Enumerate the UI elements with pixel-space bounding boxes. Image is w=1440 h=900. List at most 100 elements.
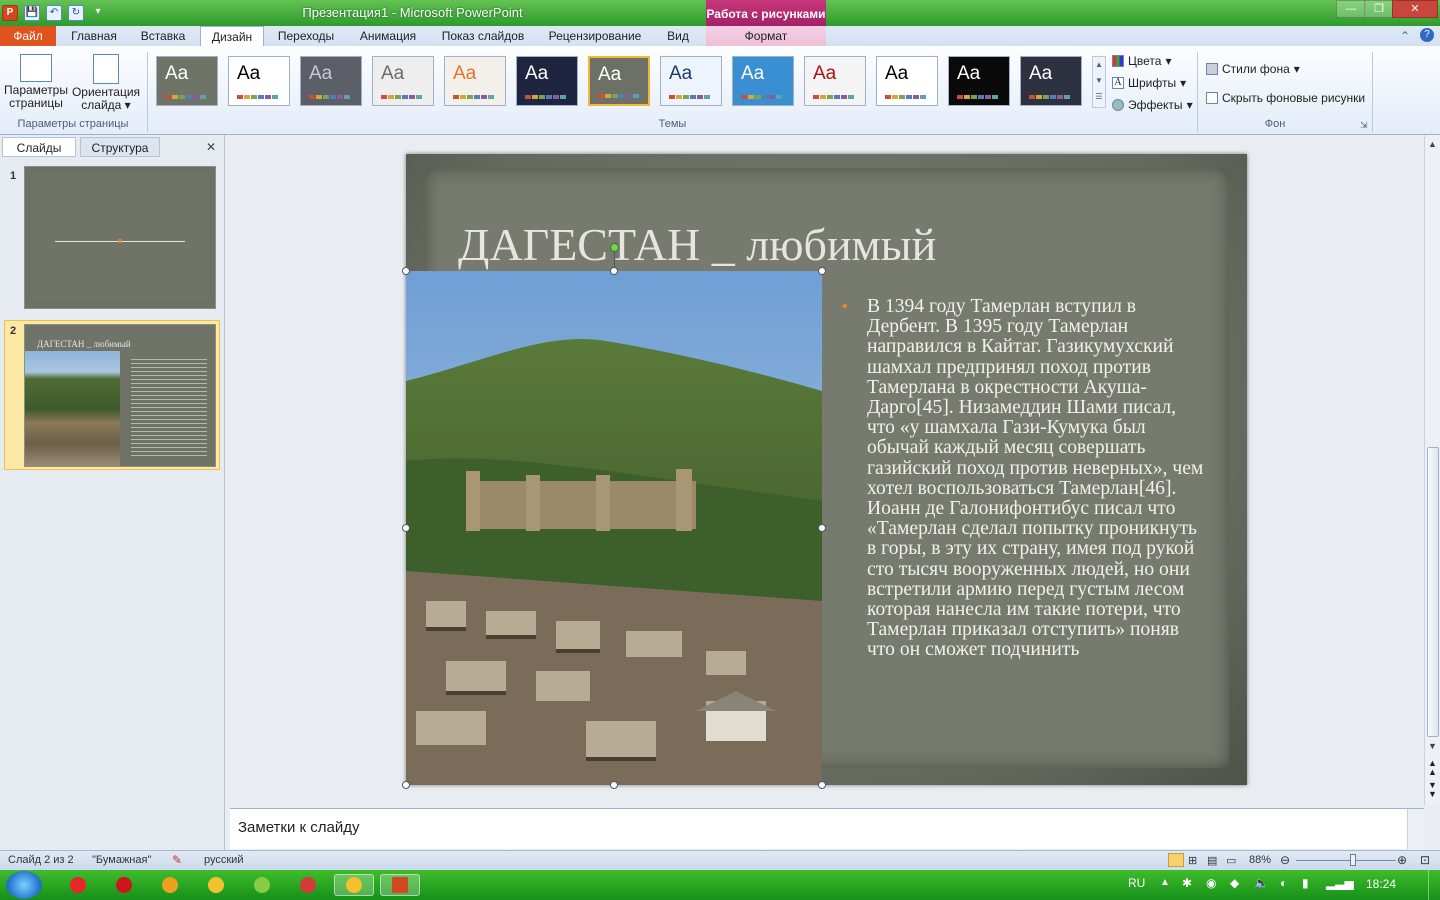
battery-icon[interactable]: ▮	[1302, 876, 1309, 890]
tab-animation[interactable]: Анимация	[350, 26, 426, 46]
theme-thumbnail[interactable]: Aa	[588, 56, 650, 106]
clock[interactable]: 18:24	[1366, 877, 1396, 891]
effects-dropdown[interactable]: Эффекты ▾	[1112, 98, 1193, 112]
show-desktop-button[interactable]	[1428, 870, 1440, 900]
zoom-level[interactable]: 88%	[1249, 854, 1271, 866]
volume-icon[interactable]: 🔈	[1254, 876, 1269, 890]
resize-handle-top-right[interactable]	[818, 267, 826, 275]
tab-review[interactable]: Рецензирование	[540, 26, 650, 46]
taskbar-tool-button[interactable]	[150, 874, 190, 896]
previous-slide-icon[interactable]: ▲ ▲	[1428, 759, 1437, 777]
theme-thumbnail[interactable]: Aa	[300, 56, 362, 106]
network-icon[interactable]: ▂▃▅	[1326, 876, 1354, 890]
tab-slideshow[interactable]: Показ слайдов	[436, 26, 530, 46]
taskbar-app-button[interactable]	[288, 874, 328, 896]
colors-icon	[1112, 55, 1124, 67]
tab-file[interactable]: Файл	[0, 26, 56, 46]
tray-expand-icon[interactable]: ▲	[1160, 877, 1170, 888]
theme-thumbnail[interactable]: Aa	[156, 56, 218, 106]
slide-thumbnail-1[interactable]	[24, 166, 216, 309]
resize-handle-right[interactable]	[818, 524, 826, 532]
tab-format[interactable]: Формат	[706, 26, 826, 46]
zoom-slider-thumb[interactable]	[1350, 854, 1356, 866]
scrollbar-thumb[interactable]	[1427, 447, 1439, 737]
tab-view[interactable]: Вид	[658, 26, 698, 46]
background-styles-dropdown[interactable]: Стили фона ▾	[1206, 62, 1300, 76]
taskbar-powerpoint-button[interactable]	[380, 874, 420, 896]
theme-thumbnail[interactable]: Aa	[876, 56, 938, 106]
close-pane-icon[interactable]: ✕	[206, 140, 216, 154]
zoom-out-icon[interactable]: ⊖	[1280, 853, 1290, 867]
taskbar-yandex-browser-button[interactable]	[58, 874, 98, 896]
tab-outline[interactable]: Структура	[80, 137, 160, 157]
resize-handle-left[interactable]	[402, 524, 410, 532]
scroll-down-icon[interactable]: ▼	[1428, 741, 1437, 751]
zoom-in-icon[interactable]: ⊕	[1397, 853, 1407, 867]
theme-thumbnail[interactable]: Aa	[948, 56, 1010, 106]
tab-home[interactable]: Главная	[62, 26, 126, 46]
resize-handle-top-left[interactable]	[402, 267, 410, 275]
theme-sample-text: Aa	[165, 63, 189, 84]
slide-vertical-scrollbar[interactable]: ▲ ▼ ▲ ▲ ▼ ▼	[1424, 135, 1440, 805]
tab-transitions[interactable]: Переходы	[270, 26, 342, 46]
tray-app-icon[interactable]: ◐	[1280, 876, 1287, 890]
resize-handle-bottom-right[interactable]	[818, 781, 826, 789]
scroll-up-icon[interactable]: ▲	[1428, 139, 1437, 149]
reading-view-icon[interactable]: ▤	[1207, 854, 1217, 867]
themes-gallery-scroll[interactable]: ▲ ▼ ☰	[1092, 56, 1106, 108]
slideshow-icon[interactable]: ▭	[1226, 854, 1236, 867]
help-icon[interactable]: ?	[1420, 28, 1434, 42]
taskbar-chrome-button[interactable]	[334, 874, 374, 896]
bluetooth-icon[interactable]: ✱	[1182, 876, 1192, 890]
resize-handle-top[interactable]	[610, 267, 618, 275]
start-button-icon[interactable]	[6, 871, 42, 899]
theme-thumbnail[interactable]: Aa	[660, 56, 722, 106]
taskbar-media-button[interactable]	[196, 874, 236, 896]
colors-dropdown[interactable]: Цвета ▾	[1112, 54, 1171, 68]
fit-to-window-icon[interactable]: ⊡	[1420, 853, 1430, 867]
hide-background-checkbox[interactable]	[1206, 92, 1218, 104]
notes-placeholder[interactable]: Заметки к слайду	[238, 819, 360, 836]
normal-view-icon[interactable]	[1168, 853, 1184, 867]
theme-thumbnail[interactable]: Aa	[1020, 56, 1082, 106]
restore-button[interactable]: ❐	[1364, 0, 1394, 18]
next-slide-icon[interactable]: ▼ ▼	[1428, 781, 1437, 799]
slide-body-text[interactable]: В 1394 году Тамерлан вступил в Дербент. …	[867, 296, 1207, 661]
slide-counter: Слайд 2 из 2	[8, 854, 74, 866]
theme-thumbnail[interactable]: Aa	[732, 56, 794, 106]
fonts-dropdown[interactable]: A Шрифты ▾	[1112, 76, 1186, 90]
theme-thumbnail[interactable]: Aa	[372, 56, 434, 106]
slide-title[interactable]: ДАГЕСТАН _ любимый	[458, 218, 1058, 271]
minimize-button[interactable]: —	[1336, 0, 1366, 18]
notes-pane[interactable]: Заметки к слайду	[230, 808, 1424, 849]
hide-background-graphics[interactable]: Скрыть фоновые рисунки	[1206, 91, 1365, 105]
theme-thumbnail[interactable]: Aa	[516, 56, 578, 106]
zoom-slider-track[interactable]	[1296, 860, 1396, 861]
background-dialog-launcher-icon[interactable]: ⇲	[1360, 120, 1368, 131]
spellcheck-icon[interactable]: ✎	[172, 853, 182, 867]
theme-thumbnail[interactable]: Aa	[444, 56, 506, 106]
theme-color-swatches	[453, 95, 494, 99]
language-indicator[interactable]: русский	[204, 854, 243, 866]
input-language[interactable]: RU	[1128, 876, 1145, 890]
tab-insert[interactable]: Вставка	[132, 26, 194, 46]
tab-design[interactable]: Дизайн	[200, 26, 264, 47]
notes-scrollbar[interactable]	[1407, 809, 1424, 849]
slide-sorter-icon[interactable]: ⊞	[1188, 854, 1197, 867]
theme-thumbnail[interactable]: Aa	[804, 56, 866, 106]
tray-app-icon[interactable]: ◉	[1206, 876, 1216, 890]
taskbar-utorrent-button[interactable]	[242, 874, 282, 896]
theme-color-swatches	[813, 95, 854, 99]
utorrent-icon	[254, 877, 270, 893]
slide-thumbnail-2[interactable]: ДАГЕСТАН _ любимый	[24, 324, 216, 467]
theme-thumbnail[interactable]: Aa	[228, 56, 290, 106]
theme-name[interactable]: "Бумажная"	[92, 854, 151, 866]
resize-handle-bottom-left[interactable]	[402, 781, 410, 789]
tray-app-icon[interactable]: ◆	[1230, 876, 1239, 890]
taskbar-opera-button[interactable]	[104, 874, 144, 896]
minimize-ribbon-icon[interactable]: ⌃	[1400, 29, 1410, 43]
close-button[interactable]: ✕	[1392, 0, 1438, 18]
slide-photo-derbent[interactable]	[406, 271, 822, 785]
tab-slides[interactable]: Слайды	[2, 137, 76, 157]
resize-handle-bottom[interactable]	[610, 781, 618, 789]
